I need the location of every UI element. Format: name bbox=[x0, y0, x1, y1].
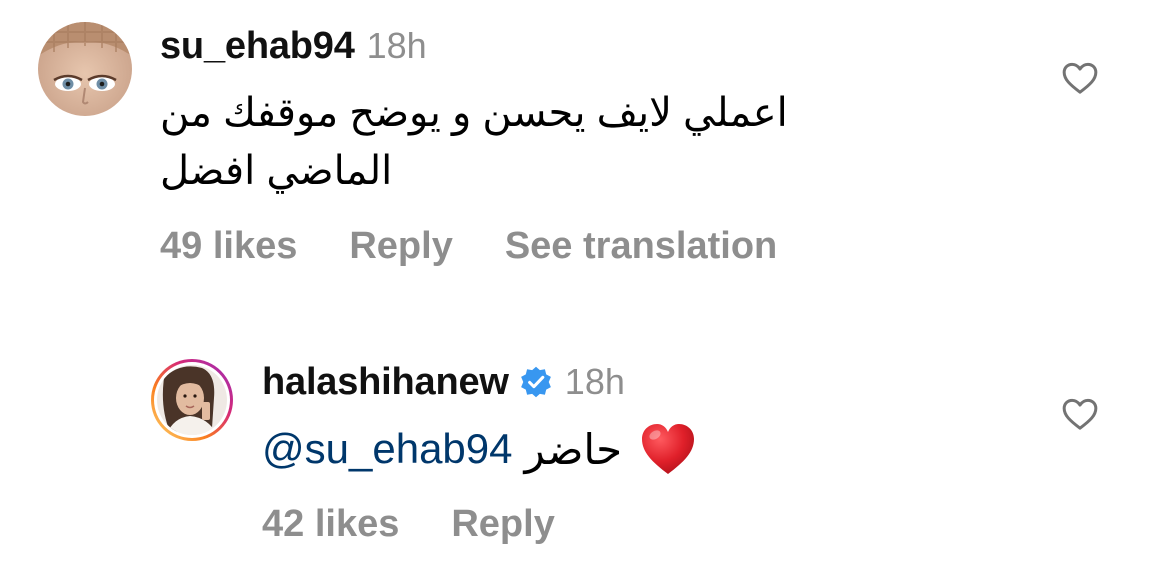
mention-link[interactable]: @su_ehab94 bbox=[262, 425, 513, 473]
story-ring-avatar-image bbox=[151, 359, 233, 441]
comment-actions: 42 likes Reply bbox=[262, 502, 607, 546]
avatar[interactable] bbox=[38, 22, 132, 116]
reply-button[interactable]: Reply bbox=[451, 503, 554, 546]
avatar-image bbox=[38, 22, 132, 116]
username[interactable]: su_ehab94 bbox=[160, 25, 355, 68]
reply-comment-item: halashihanew 18h @su_ehab94 حاضر 42 like… bbox=[0, 340, 1170, 569]
username[interactable]: halashihanew bbox=[262, 361, 509, 404]
comment-header: halashihanew 18h bbox=[262, 360, 625, 404]
comment-text-line: الماضي افضل bbox=[160, 149, 393, 193]
like-heart-icon[interactable] bbox=[1060, 394, 1100, 434]
comment-text-line: اعملي لايف يحسن و يوضح موقفك من bbox=[160, 91, 788, 135]
comment-item: su_ehab94 18h اعملي لايف يحسن و يوضح موق… bbox=[0, 0, 1170, 290]
comment-text: اعملي لايف يحسن و يوضح موقفك من الماضي ا… bbox=[160, 84, 788, 200]
red-heart-emoji-icon bbox=[640, 422, 696, 476]
comment-actions: 49 likes Reply See translation bbox=[160, 224, 829, 268]
likes-count[interactable]: 42 likes bbox=[262, 503, 399, 546]
see-translation-button[interactable]: See translation bbox=[505, 225, 777, 268]
comment-text-word: حاضر bbox=[524, 425, 623, 473]
comments-list: su_ehab94 18h اعملي لايف يحسن و يوضح موق… bbox=[0, 0, 1170, 569]
avatar[interactable] bbox=[150, 358, 234, 442]
timestamp: 18h bbox=[564, 361, 625, 402]
verified-badge-icon bbox=[519, 365, 553, 399]
likes-count[interactable]: 49 likes bbox=[160, 225, 297, 268]
timestamp: 18h bbox=[366, 25, 427, 66]
comment-text: @su_ehab94 حاضر bbox=[262, 420, 696, 478]
comment-header: su_ehab94 18h bbox=[160, 24, 427, 68]
like-heart-icon[interactable] bbox=[1060, 58, 1100, 98]
reply-button[interactable]: Reply bbox=[349, 225, 452, 268]
